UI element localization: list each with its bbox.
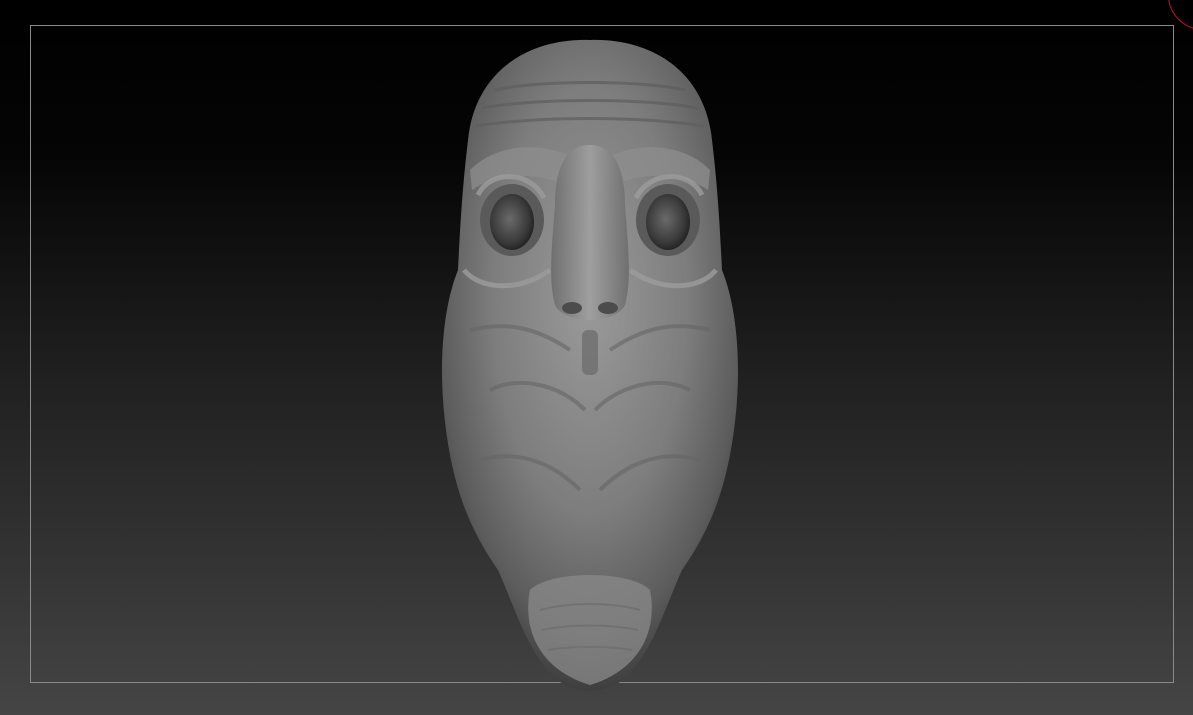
sculpt-model-render — [442, 39, 738, 691]
3d-viewport[interactable] — [0, 0, 1193, 715]
sculpt-model[interactable] — [420, 30, 760, 700]
philtrum — [582, 330, 598, 375]
right-nostril — [598, 302, 618, 314]
left-nostril — [562, 302, 582, 314]
nose — [551, 145, 629, 320]
rotation-gizmo-ring[interactable] — [1168, 0, 1193, 30]
right-eye — [646, 194, 690, 250]
left-eye — [490, 194, 534, 250]
